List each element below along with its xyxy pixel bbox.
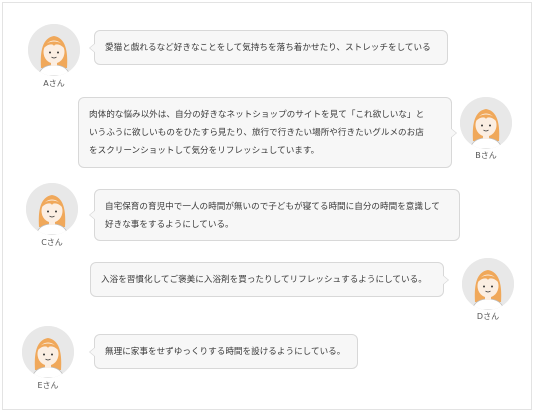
avatar-icon [460,97,512,149]
avatar-icon [28,24,80,76]
person-name: Bさん [475,151,497,160]
person-name: Aさん [43,79,65,88]
avatar-icon [462,258,514,310]
person-name: Eさん [37,381,59,390]
avatar-icon [26,183,78,235]
person-name: Cさん [41,238,63,247]
comment-bubble: 肉体的な悩み以外は、自分の好きなネットショップのサイトを見て「これ欲しいな」と … [78,97,457,168]
comment-bubble: 自宅保育の育児中で一人の時間が無いので子どもが寝てる時間に自分の時間を意識して … [89,189,460,241]
comment-bubble: 入浴を習慣化してご褒美に入浴剤を買ったりしてリフレッシュするようにしている。 [90,262,449,297]
comment-bubble: 愛猫と戯れるなど好きなことをして気持ちを落ち着かせたり、ストレッチをしている [89,30,448,65]
comment-bubble: 無理に家事をせずゆっくりする時間を設けるようにしている。 [89,334,358,369]
avatar-icon [22,326,74,378]
person-name: Dさん [476,312,500,321]
